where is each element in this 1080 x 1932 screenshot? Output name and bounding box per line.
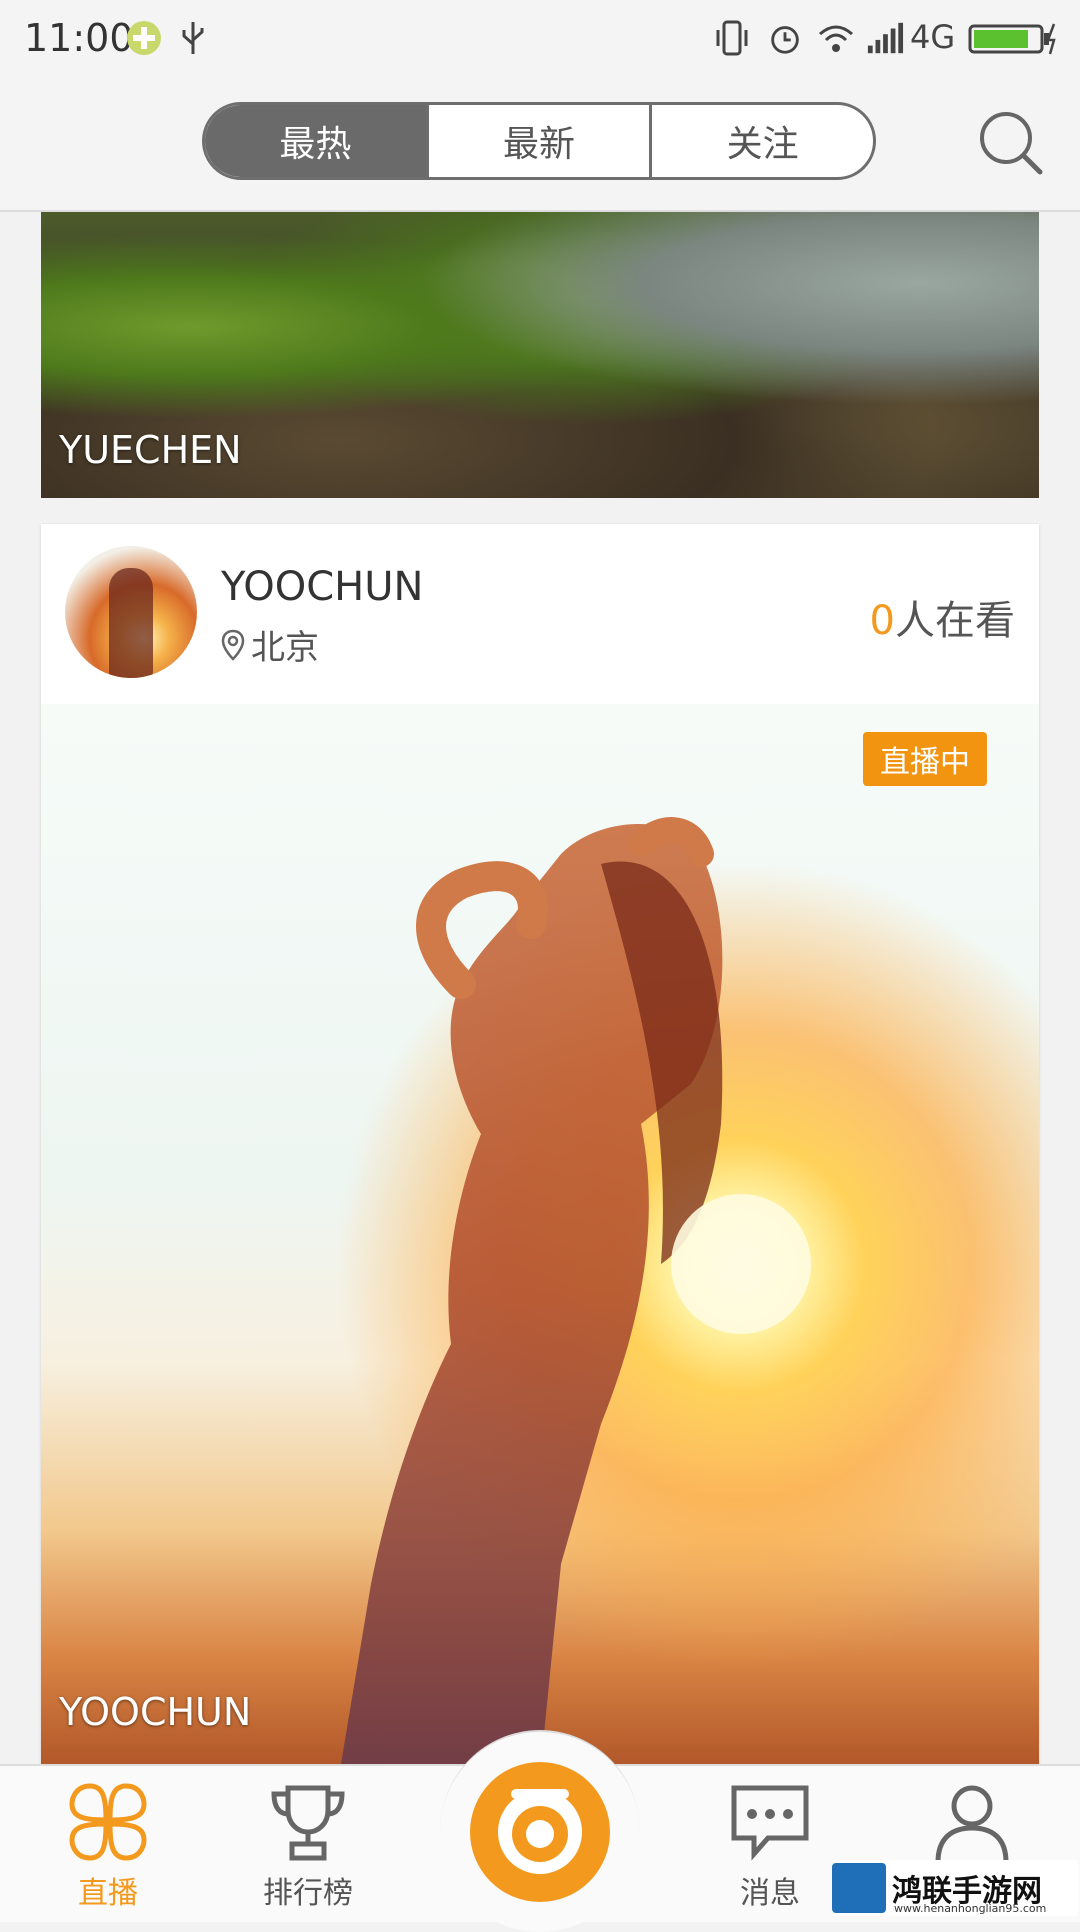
- viewer-suffix: 人在看: [895, 598, 1015, 644]
- tab-newest[interactable]: 最新: [429, 105, 653, 177]
- card-name-overlay: YOOCHUN: [59, 1690, 252, 1734]
- avatar-figure: [109, 568, 153, 678]
- streamer-name: YOOCHUN: [221, 564, 424, 610]
- usb-icon: [182, 22, 204, 54]
- nav-ranking[interactable]: 排行榜: [238, 1780, 378, 1912]
- tab-following[interactable]: 关注: [652, 105, 873, 177]
- watermark-logo-icon: [832, 1863, 886, 1913]
- location-text: 北京: [251, 628, 319, 668]
- clover-icon: [69, 1783, 147, 1861]
- trophy-icon: [271, 1785, 345, 1861]
- live-status-badge: 直播中: [863, 732, 987, 786]
- alarm-icon: [771, 26, 799, 54]
- profile-icon: [935, 1785, 1009, 1863]
- nav-profile[interactable]: [902, 1780, 1042, 1864]
- site-watermark: 鸿联手游网 www.henanhonglian95.com: [832, 1860, 1078, 1916]
- live-card[interactable]: YOOCHUN 北京 0人在看 直播中 YOOCHUN: [41, 524, 1039, 1764]
- vibrate-icon: [716, 20, 748, 56]
- nav-live[interactable]: 直播: [38, 1780, 178, 1912]
- top-nav: 最热 最新 关注: [0, 78, 1080, 212]
- location-row: 北京: [221, 620, 319, 669]
- live-feed: YUECHEN YOOCHUN 北京 0人在看 直播中 YOOCHUN: [0, 212, 1080, 1764]
- status-bar: 11:00 4G: [0, 0, 1080, 78]
- viewer-count: 0人在看: [870, 588, 1015, 646]
- signal-icon: [867, 22, 904, 54]
- nav-ranking-label: 排行榜: [263, 1876, 353, 1911]
- woman-silhouette-image: [341, 817, 811, 1764]
- tab-hottest[interactable]: 最热: [205, 105, 429, 177]
- location-pin-icon: [221, 629, 245, 661]
- watermark-url: www.henanhonglian95.com: [894, 1902, 1047, 1915]
- nav-messages[interactable]: 消息: [700, 1780, 840, 1912]
- camera-icon: [498, 1789, 582, 1874]
- live-cover-image[interactable]: 直播中 YOOCHUN: [41, 704, 1039, 1764]
- card-name-overlay: YUECHEN: [59, 428, 242, 472]
- feed-segment-control: 最热 最新 关注: [202, 102, 876, 180]
- message-icon: [731, 1785, 809, 1861]
- network-type: 4G: [910, 18, 956, 56]
- wifi-icon: [819, 25, 853, 52]
- viewer-number: 0: [869, 598, 895, 644]
- battery-icon: [968, 23, 1056, 55]
- plus-notification-icon: [127, 21, 161, 55]
- live-card-previous[interactable]: YUECHEN: [41, 212, 1039, 498]
- nav-messages-label: 消息: [740, 1876, 800, 1911]
- start-live-button[interactable]: [440, 1730, 640, 1932]
- avatar[interactable]: [65, 546, 197, 678]
- search-icon[interactable]: [976, 108, 1046, 178]
- status-time: 11:00: [24, 16, 134, 60]
- camera-button-inner: [470, 1762, 610, 1902]
- nav-live-label: 直播: [78, 1876, 138, 1911]
